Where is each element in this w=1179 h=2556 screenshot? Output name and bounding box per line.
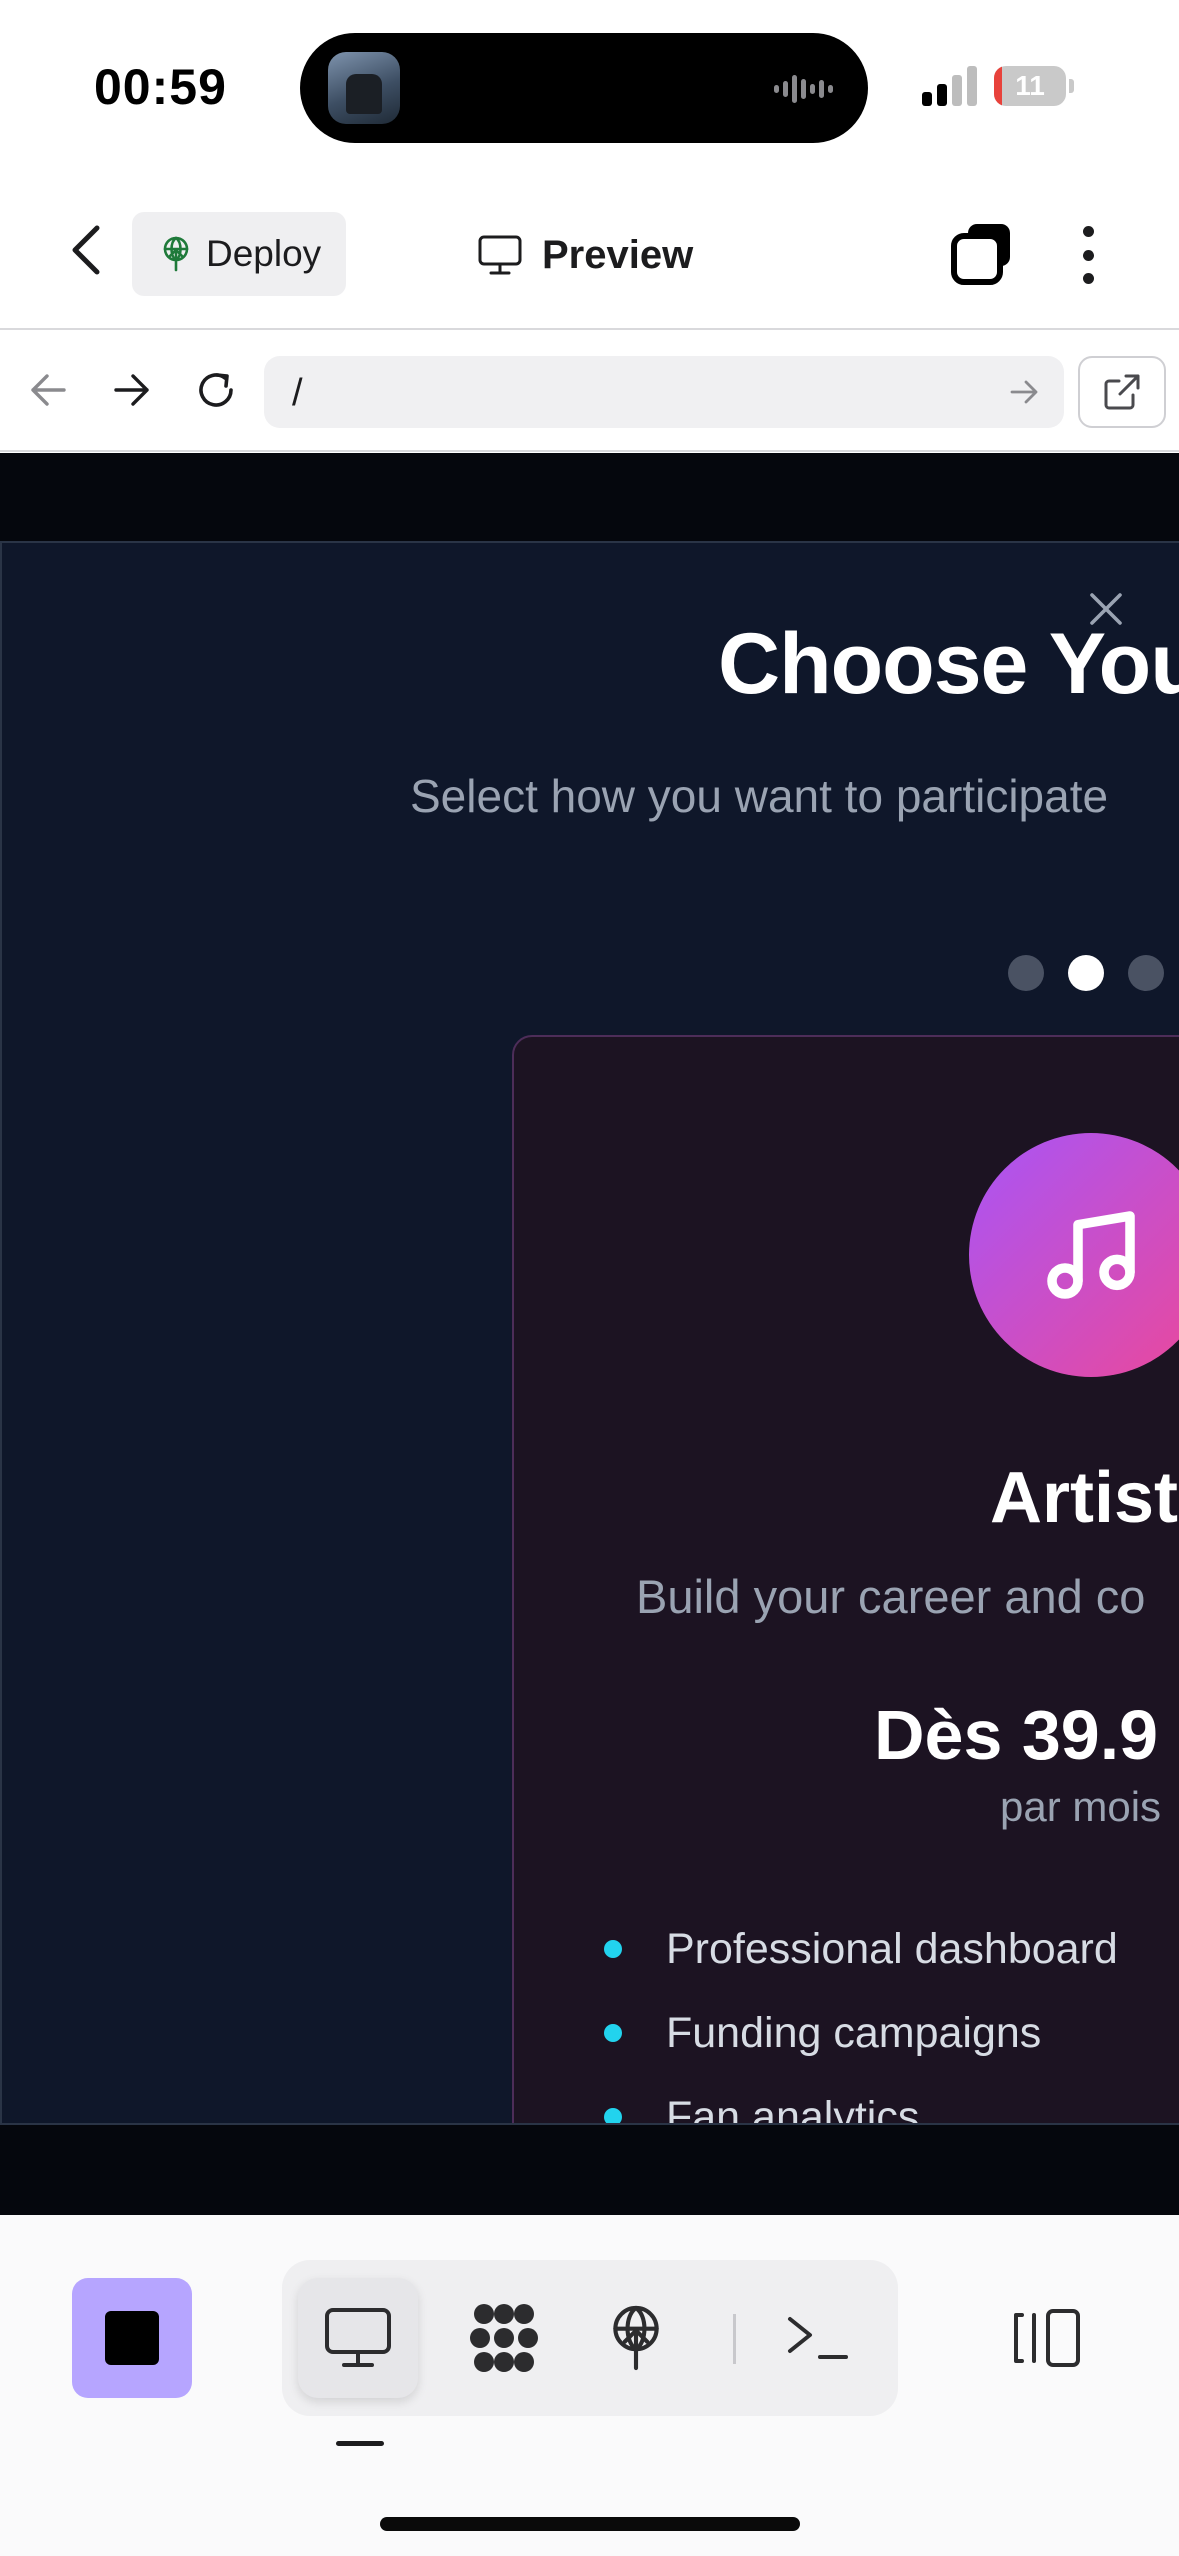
active-tab-indicator <box>336 2441 384 2446</box>
plan-name: Artist <box>990 1458 1179 1538</box>
deploy-label: Deploy <box>206 233 322 274</box>
monitor-icon <box>325 2308 391 2367</box>
browser-nav-bar: / <box>0 332 1179 452</box>
terminal-icon <box>788 2317 848 2359</box>
tool-blocks[interactable] <box>444 2278 564 2398</box>
chevron-left-icon <box>72 225 100 275</box>
plan-description: Build your career and co <box>636 1570 1146 1623</box>
go-arrow-icon[interactable] <box>1006 374 1042 410</box>
deploy-button[interactable]: Deploy <box>132 212 346 296</box>
tool-deploy[interactable] <box>576 2278 696 2398</box>
tool-separator <box>733 2314 736 2364</box>
arrow-left-icon <box>31 374 66 406</box>
plan-card-artist[interactable]: Artist Build your career and co Dès 39.9… <box>512 1035 1179 2125</box>
antenna-icon <box>613 2305 659 2371</box>
role-selection-modal: Choose You Select how you want to partic… <box>0 541 1179 2125</box>
external-link-icon <box>1104 374 1140 410</box>
modal-title: Choose You <box>718 616 1179 712</box>
bottom-toolbar <box>0 2215 1179 2556</box>
status-bar: 00:59 11 <box>0 0 1179 170</box>
feature-item: Professional dashboard <box>604 1907 1118 1991</box>
feature-text: Fan analytics <box>666 2092 920 2125</box>
monitor-icon <box>478 235 522 275</box>
battery-indicator: 11 <box>994 66 1074 106</box>
preview-viewport[interactable]: Choose You Select how you want to partic… <box>0 453 1179 2215</box>
tool-group <box>282 2260 898 2416</box>
back-button[interactable] <box>56 212 116 288</box>
bullet-icon <box>604 1940 622 1958</box>
stop-icon <box>105 2311 159 2365</box>
audio-wave-icon <box>774 75 833 103</box>
battery-level: 11 <box>1015 70 1045 101</box>
tool-console[interactable] <box>758 2278 878 2398</box>
arrow-right-icon <box>114 374 149 406</box>
carousel-dot[interactable] <box>1068 955 1104 991</box>
carousel-dots <box>1008 955 1164 991</box>
now-playing-artwork[interactable] <box>328 52 400 124</box>
tool-preview[interactable] <box>298 2278 418 2398</box>
antenna-icon <box>163 236 189 272</box>
plan-period: par mois <box>1000 1783 1162 1830</box>
more-options-button[interactable] <box>1066 220 1110 290</box>
bullet-icon <box>604 2108 622 2123</box>
blocks-icon <box>470 2304 538 2372</box>
carousel-dot[interactable] <box>1008 955 1044 991</box>
split-view-icon <box>1014 2309 1080 2367</box>
feature-list: Professional dashboard Funding campaigns… <box>604 1907 1118 2125</box>
bullet-icon <box>604 2024 622 2042</box>
status-time: 00:59 <box>94 59 227 115</box>
url-text: / <box>292 372 303 414</box>
plan-icon <box>969 1133 1179 1377</box>
feature-text: Funding campaigns <box>666 2008 1042 2057</box>
feature-item: Funding campaigns <box>604 1991 1118 2075</box>
url-input[interactable]: / <box>264 356 1064 428</box>
cellular-signal-icon <box>922 66 977 106</box>
refresh-icon <box>199 373 233 407</box>
plan-price: Dès 39.9 <box>874 1696 1159 1774</box>
open-external-button[interactable] <box>1078 356 1166 428</box>
tabs-button[interactable] <box>950 222 1014 288</box>
feature-text: Professional dashboard <box>666 1924 1118 1973</box>
more-vertical-icon <box>1082 226 1094 237</box>
dynamic-island[interactable] <box>300 33 868 143</box>
preview-label: Preview <box>542 232 694 277</box>
preview-tab[interactable]: Preview <box>478 220 693 290</box>
music-note-icon <box>1047 1211 1135 1299</box>
split-view-button[interactable] <box>1006 2296 1086 2380</box>
modal-subtitle: Select how you want to participate <box>410 770 1109 822</box>
carousel-dot[interactable] <box>1128 955 1164 991</box>
home-indicator[interactable] <box>380 2517 800 2531</box>
feature-item: Fan analytics <box>604 2075 1118 2125</box>
browser-back-button[interactable] <box>20 362 76 418</box>
app-header: Deploy Preview <box>0 170 1179 330</box>
browser-forward-button[interactable] <box>104 362 160 418</box>
stop-button[interactable] <box>72 2278 192 2398</box>
browser-reload-button[interactable] <box>188 362 244 418</box>
stacked-squares-icon <box>951 224 1010 285</box>
